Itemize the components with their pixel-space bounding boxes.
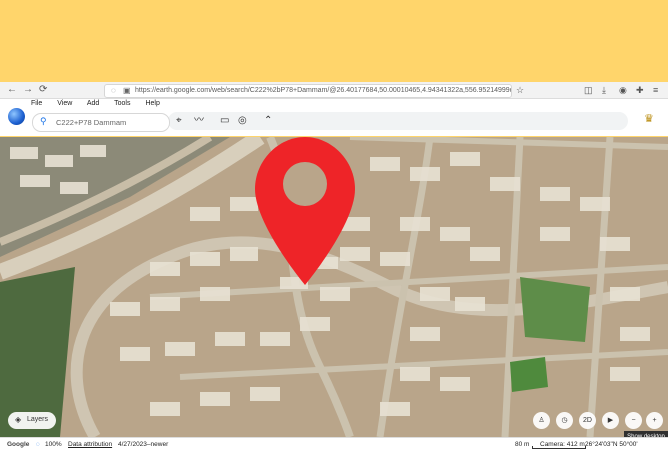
download-icon[interactable]: ⤓ xyxy=(602,83,606,97)
status-bar: Google ◌ 100% Data attribution 4/27/2023… xyxy=(0,437,668,453)
zoom-in-button[interactable]: + xyxy=(646,412,663,429)
shield-icon: ◌ xyxy=(111,86,116,95)
pocket-icon[interactable]: ◫ xyxy=(584,83,593,97)
back-arrow-icon[interactable]: ← xyxy=(7,83,17,97)
compass-icon[interactable]: ◷ xyxy=(556,412,573,429)
earth-header: File View Add Tools Help ⚲ C222+P78 Damm… xyxy=(0,99,668,136)
star-icon[interactable]: ☆ xyxy=(516,83,524,97)
menu-add[interactable]: Add xyxy=(87,100,99,107)
satellite-imagery xyxy=(0,137,668,437)
menu-bar: File View Add Tools Help xyxy=(31,100,173,107)
zoom-out-button[interactable]: − xyxy=(625,412,642,429)
data-attribution-link[interactable]: Data attribution xyxy=(68,441,112,448)
account-icon[interactable]: ◉ xyxy=(619,83,627,97)
mode-2d-label: 2D xyxy=(583,417,592,424)
load-percent: 100% xyxy=(45,441,62,448)
google-earth-logo[interactable] xyxy=(8,108,25,125)
scale-label: 80 m xyxy=(515,441,530,448)
menu-file[interactable]: File xyxy=(31,100,42,107)
menu-icon[interactable]: ≡ xyxy=(653,83,658,97)
coordinates: 26°24'03"N 50°00' xyxy=(585,441,638,448)
reload-icon[interactable]: ⟳ xyxy=(39,83,47,97)
tour-play-icon[interactable]: ▶ xyxy=(602,412,619,429)
menu-view[interactable]: View xyxy=(57,100,72,107)
google-brand: Google xyxy=(7,441,30,448)
url-text: https://earth.google.com/web/search/C222… xyxy=(135,87,512,94)
extensions-icon[interactable]: ✚ xyxy=(636,83,644,97)
browser-toolbar: ← → ⟳ ◌ ▣ https://earth.google.com/web/s… xyxy=(0,82,668,99)
layers-icon: ◈ xyxy=(15,415,22,424)
camera-altitude: Camera: 412 m xyxy=(540,441,585,448)
crown-icon: ♛ xyxy=(644,113,654,125)
loading-icon: ◌ xyxy=(36,441,40,448)
placemark-icon[interactable]: ⌖ xyxy=(176,115,182,127)
pegman-icon[interactable]: ♙ xyxy=(533,412,550,429)
search-input[interactable]: C222+P78 Dammam xyxy=(56,118,126,127)
toolbar-strip xyxy=(168,112,628,130)
url-bar[interactable]: ◌ ▣ https://earth.google.com/web/search/… xyxy=(104,84,512,98)
lock-icon: ▣ xyxy=(123,86,131,95)
forward-arrow-icon[interactable]: → xyxy=(23,83,33,97)
menu-help[interactable]: Help xyxy=(145,100,159,107)
path-icon[interactable]: 〰 xyxy=(194,115,204,127)
search-bar[interactable]: ⚲ C222+P78 Dammam xyxy=(32,113,170,132)
ruler-icon[interactable]: ▭ xyxy=(220,115,229,127)
camera-tour-icon[interactable]: ◎ xyxy=(238,115,247,127)
top-banner xyxy=(0,0,668,82)
collapse-toolbar-icon[interactable]: ⌃ xyxy=(264,115,272,127)
mode-2d-button[interactable]: 2D xyxy=(579,412,596,429)
satellite-map[interactable] xyxy=(0,137,668,437)
layers-label: Layers xyxy=(27,416,49,423)
menu-tools[interactable]: Tools xyxy=(114,100,130,107)
search-icon: ⚲ xyxy=(40,116,47,126)
imagery-date: 4/27/2023–newer xyxy=(118,441,169,448)
layers-button[interactable]: ◈ Layers xyxy=(8,412,56,429)
